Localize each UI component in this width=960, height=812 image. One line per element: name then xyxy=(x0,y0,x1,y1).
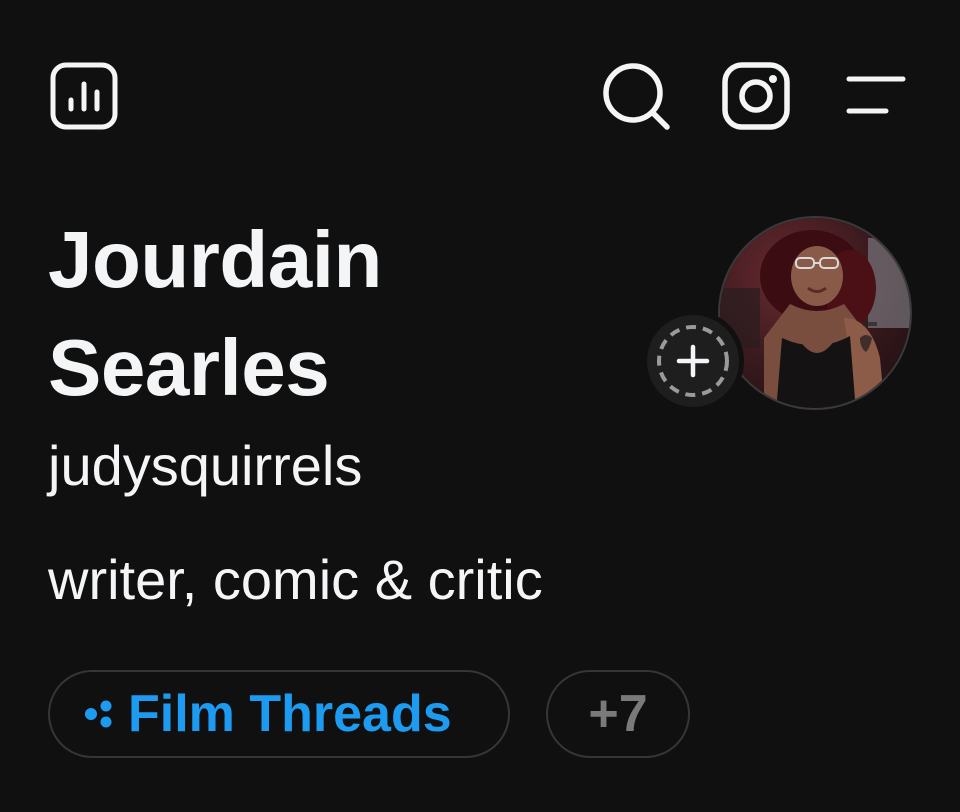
profile-name-line2: Searles xyxy=(48,323,330,412)
community-chip-film-threads[interactable]: Film Threads xyxy=(48,670,510,758)
insights-button[interactable] xyxy=(50,62,118,130)
menu-button[interactable] xyxy=(846,74,906,118)
profile-photo xyxy=(720,218,910,408)
profile-name: Jourdain Searles xyxy=(48,206,608,422)
profile-avatar[interactable] xyxy=(718,216,912,410)
more-communities-label: +7 xyxy=(588,685,648,743)
add-story-button[interactable] xyxy=(642,310,744,412)
menu-icon xyxy=(846,76,906,114)
profile-bio: writer, comic & critic xyxy=(48,548,543,611)
profile-name-line1: Jourdain xyxy=(48,215,382,304)
profile-screen: Jourdain Searles judysquirrels writer, c… xyxy=(0,0,960,812)
profile-username: judysquirrels xyxy=(48,434,363,497)
search-icon xyxy=(603,63,670,130)
community-chip-label: Film Threads xyxy=(128,685,452,743)
community-dots-icon xyxy=(85,700,112,728)
more-communities-chip[interactable]: +7 xyxy=(546,670,690,758)
instagram-icon xyxy=(722,62,790,130)
plus-icon xyxy=(647,315,739,407)
bar-chart-icon xyxy=(50,62,118,130)
instagram-button[interactable] xyxy=(722,62,790,130)
search-button[interactable] xyxy=(602,62,672,132)
